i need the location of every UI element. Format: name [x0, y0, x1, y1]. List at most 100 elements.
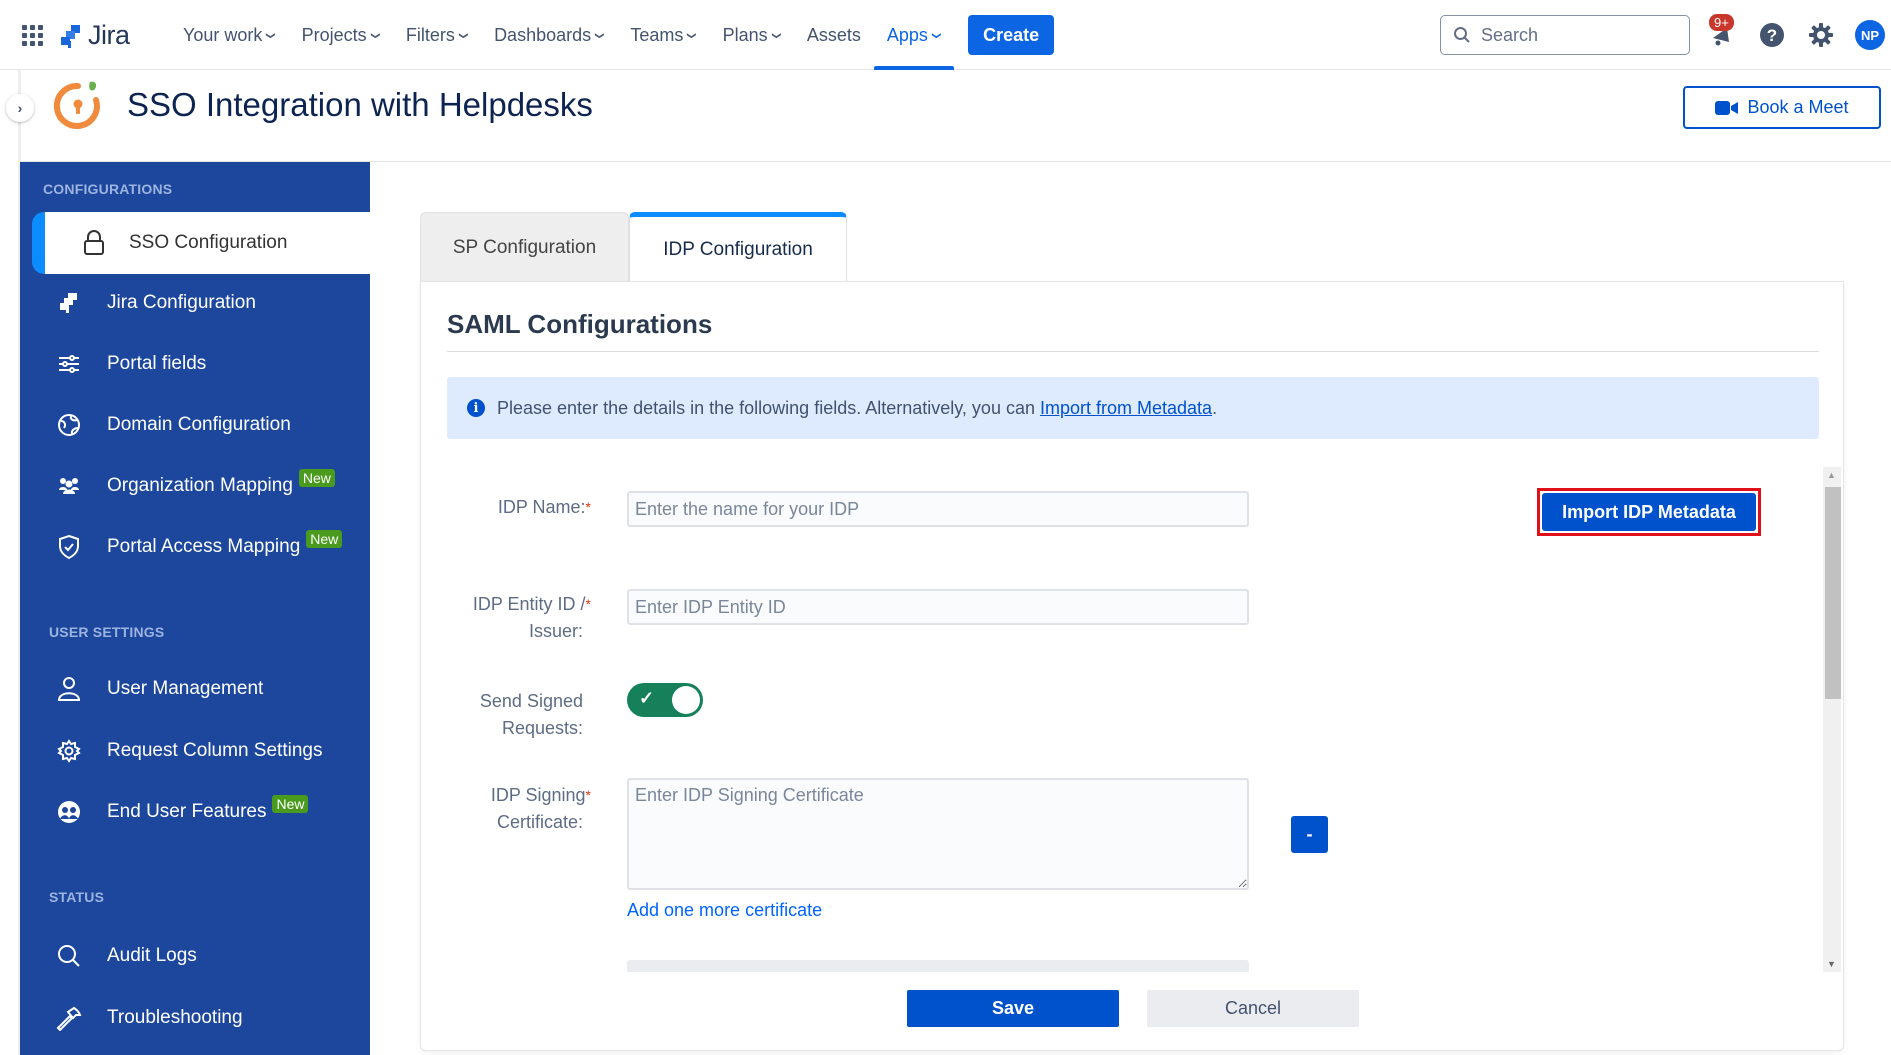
nav-label: Assets — [806, 24, 861, 45]
sidebar-item-audit-logs[interactable]: Audit Logs — [20, 927, 370, 985]
sidebar-item-jira-configuration[interactable]: Jira Configuration — [20, 274, 370, 332]
nav-filters[interactable]: Filters ❯ — [393, 0, 481, 70]
nav-projects[interactable]: Projects ❯ — [289, 0, 393, 70]
info-text: Please enter the details in the followin… — [497, 397, 1035, 418]
info-suffix: . — [1212, 397, 1218, 418]
sidebar-item-organization-mapping[interactable]: Organization Mapping New — [20, 457, 370, 515]
nav-label: Apps — [886, 24, 928, 45]
sidebar-item-domain-configuration[interactable]: Domain Configuration — [20, 396, 370, 454]
config-tabs: SP Configuration IDP Configuration — [420, 212, 847, 282]
nav-teams[interactable]: Teams ❯ — [617, 0, 709, 70]
svg-text:?: ? — [1767, 26, 1777, 45]
shield-check-icon — [56, 534, 82, 560]
send-signed-requests-toggle[interactable]: ✓ — [627, 683, 703, 717]
label-text: Send Signed — [479, 691, 583, 711]
idp-name-input[interactable] — [627, 491, 1249, 527]
sidebar-item-label: User Management — [107, 678, 264, 699]
required-mark: * — [585, 787, 591, 803]
nav-your-work[interactable]: Your work ❯ — [170, 0, 289, 70]
search-field[interactable] — [1440, 15, 1690, 55]
idp-configuration-panel: SAML Configurations i Please enter the d… — [420, 281, 1844, 1051]
remove-certificate-button[interactable]: - — [1291, 816, 1328, 853]
label-text: IDP Signing — [490, 785, 586, 805]
top-navigation-bar: Jira Your work ❯ Projects ❯ Filters ❯ Dashb… — [0, 0, 1891, 70]
chevron-down-icon: ❯ — [686, 31, 697, 39]
sidebar-item-portal-fields[interactable]: Portal fields — [20, 335, 370, 393]
search-input[interactable] — [1481, 24, 1671, 46]
new-badge: New — [306, 530, 343, 548]
scrollbar-thumb[interactable] — [1825, 487, 1841, 699]
jira-logo[interactable]: Jira — [60, 20, 130, 51]
settings-gear-icon[interactable] — [1808, 22, 1834, 48]
app-switcher-icon[interactable] — [22, 25, 44, 46]
idp-signing-certificate-textarea[interactable] — [627, 778, 1249, 890]
tab-sp-configuration[interactable]: SP Configuration — [420, 212, 629, 282]
sidebar-item-label: Portal fields — [107, 353, 207, 374]
sidebar-item-request-column-settings[interactable]: Request Column Settings — [20, 722, 370, 780]
nav-plans[interactable]: Plans ❯ — [710, 0, 794, 70]
tab-idp-configuration[interactable]: IDP Configuration — [629, 212, 847, 282]
label-text: Certificate: — [496, 812, 583, 832]
user-avatar[interactable]: NP — [1855, 20, 1885, 50]
idp-entity-id-input[interactable] — [627, 589, 1249, 625]
sidebar-item-end-user-features[interactable]: End User Features New — [20, 783, 370, 841]
chevron-down-icon: ❯ — [370, 31, 380, 39]
sidebar-item-text: Portal Access Mapping — [107, 536, 301, 557]
idp-name-label: IDP Name:* — [421, 494, 591, 521]
chevron-down-icon: ❯ — [771, 31, 781, 39]
cancel-button[interactable]: Cancel — [1147, 990, 1359, 1027]
panel-divider — [447, 351, 1819, 352]
hammer-icon — [56, 1005, 82, 1031]
info-banner: i Please enter the details in the follow… — [447, 377, 1819, 439]
jira-icon — [56, 290, 82, 316]
jira-wordmark: Jira — [88, 20, 130, 50]
add-one-more-certificate-link[interactable]: Add one more certificate — [627, 900, 822, 921]
nav-assets[interactable]: Assets — [794, 0, 874, 70]
new-badge: New — [272, 795, 309, 813]
help-icon[interactable]: ? — [1759, 22, 1785, 48]
save-button[interactable]: Save — [907, 990, 1119, 1027]
required-mark: * — [585, 596, 591, 612]
nav-dashboards[interactable]: Dashboards ❯ — [481, 0, 617, 70]
user-icon — [56, 676, 82, 702]
book-a-meet-button[interactable]: Book a Meet — [1683, 86, 1881, 129]
import-from-metadata-link[interactable]: Import from Metadata — [1040, 398, 1212, 419]
scroll-down-arrow-icon[interactable]: ▼ — [1827, 959, 1836, 969]
end-user-icon — [56, 799, 82, 825]
sidebar-item-text: End User Features — [107, 801, 267, 822]
label-text: IDP Name: — [497, 497, 586, 517]
new-badge: New — [298, 469, 335, 487]
nav-label: Your work — [183, 24, 263, 45]
chevron-down-icon: ❯ — [265, 31, 276, 39]
check-icon: ✓ — [639, 688, 655, 708]
label-text: Requests: — [501, 718, 583, 738]
nav-label: Projects — [301, 24, 367, 45]
sidebar-item-user-management[interactable]: User Management — [20, 660, 370, 718]
section-user-settings: USER SETTINGS — [49, 624, 165, 640]
primary-nav: Your work ❯ Projects ❯ Filters ❯ Dashboards… — [170, 0, 1055, 70]
sidebar-item-sso-configuration[interactable]: SSO Configuration — [32, 212, 390, 274]
search-icon — [56, 943, 82, 969]
toggle-knob — [672, 686, 700, 714]
scroll-up-arrow-icon[interactable]: ▲ — [1827, 470, 1836, 480]
sidebar-item-label: Troubleshooting — [107, 1007, 243, 1028]
sidebar: CONFIGURATIONS SSO Configuration Jira Co… — [20, 162, 390, 1055]
idp-signing-certificate-label: IDP Signing* Certificate: — [421, 782, 591, 836]
sidebar-item-troubleshooting[interactable]: Troubleshooting — [20, 989, 370, 1047]
form-scroll-area: IDP Name:* Import IDP Metadata IDP Entit… — [421, 467, 1821, 972]
app-title: SSO Integration with Helpdesks — [127, 86, 593, 123]
expand-sidebar-button[interactable]: › — [6, 94, 34, 122]
sidebar-item-label: Request Column Settings — [107, 740, 323, 761]
label-text: Issuer: — [528, 621, 583, 641]
sidebar-item-label: Audit Logs — [107, 945, 197, 966]
sidebar-item-label: Jira Configuration — [107, 292, 256, 313]
sidebar-item-portal-access-mapping[interactable]: Portal Access Mapping New — [20, 518, 370, 576]
form-scrollbar[interactable]: ▲ ▼ — [1823, 467, 1841, 972]
create-button[interactable]: Create — [968, 15, 1055, 55]
label-text: IDP Entity ID / — [472, 594, 586, 614]
idp-entity-id-label: IDP Entity ID /* Issuer: — [421, 591, 591, 645]
notifications-badge: 9+ — [1709, 14, 1734, 31]
nav-apps[interactable]: Apps ❯ — [873, 0, 955, 70]
import-idp-metadata-button[interactable]: Import IDP Metadata — [1542, 493, 1756, 531]
import-idp-metadata-highlight: Import IDP Metadata — [1537, 488, 1761, 536]
